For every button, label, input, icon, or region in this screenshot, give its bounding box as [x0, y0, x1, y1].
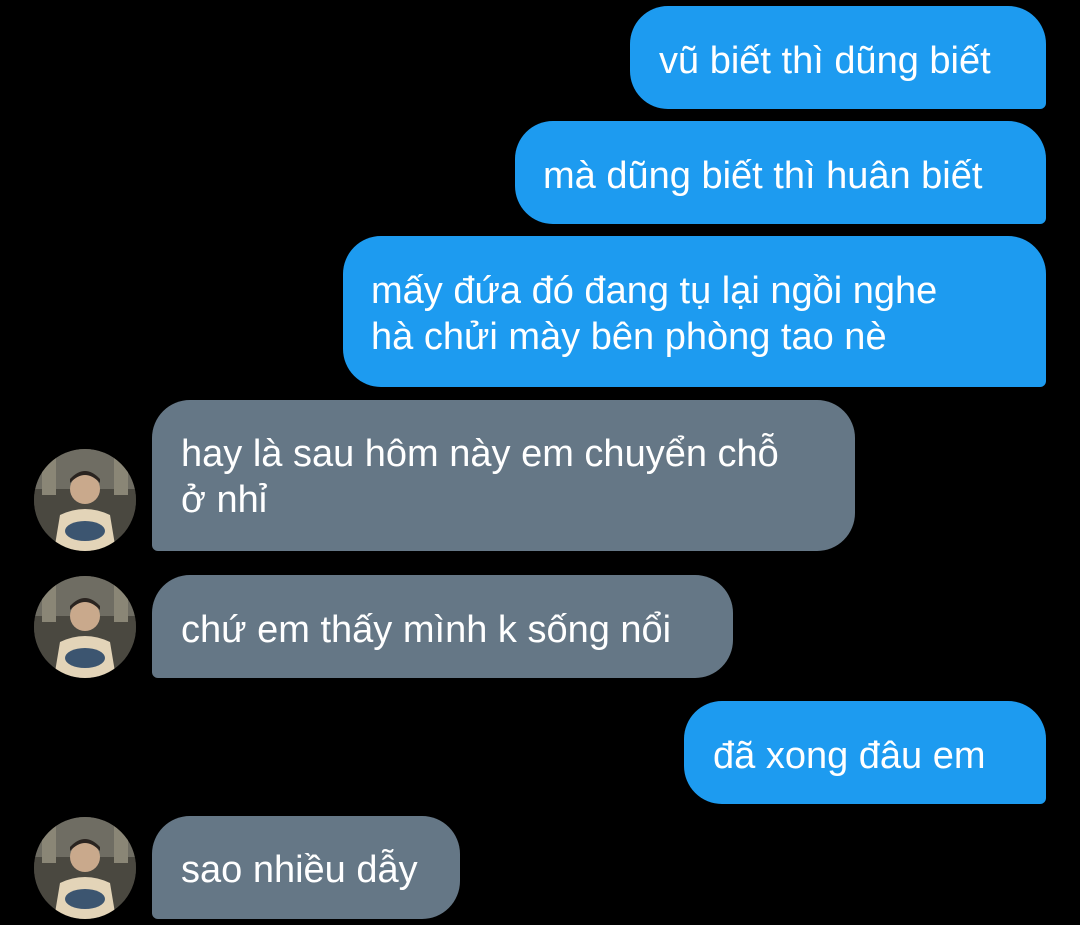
message-bubble-received[interactable]: hay là sau hôm này em chuyển chỗ ở nhỉ [152, 400, 855, 551]
message-text: chứ em thấy mình k sống nổi [181, 609, 672, 651]
message-text-line: hay là sau hôm này em chuyển chỗ [181, 433, 779, 475]
contact-avatar[interactable] [34, 576, 136, 678]
contact-avatar[interactable] [34, 449, 136, 551]
message-bubble-sent[interactable]: vũ biết thì dũng biết [630, 6, 1046, 109]
contact-avatar[interactable] [34, 817, 136, 919]
message-text: sao nhiều dẫy [181, 849, 418, 891]
message-text: đã xong đâu em [713, 735, 986, 777]
message-text: mà dũng biết thì huân biết [543, 155, 983, 197]
message-text: vũ biết thì dũng biết [659, 40, 991, 82]
message-text-line: hà chửi mày bên phòng tao nè [371, 316, 887, 358]
message-bubble-sent[interactable]: mà dũng biết thì huân biết [515, 121, 1046, 224]
message-text-line: ở nhỉ [181, 479, 268, 521]
message-bubble-sent[interactable]: đã xong đâu em [684, 701, 1046, 804]
profile-photo-icon [34, 576, 136, 678]
message-bubble-received[interactable]: sao nhiều dẫy [152, 816, 460, 919]
message-text-line: mấy đứa đó đang tụ lại ngồi nghe [371, 270, 938, 312]
profile-photo-icon [34, 817, 136, 919]
message-bubble-received[interactable]: chứ em thấy mình k sống nổi [152, 575, 733, 678]
message-bubble-sent[interactable]: mấy đứa đó đang tụ lại ngồi nghe hà chửi… [343, 236, 1046, 387]
profile-photo-icon [34, 449, 136, 551]
